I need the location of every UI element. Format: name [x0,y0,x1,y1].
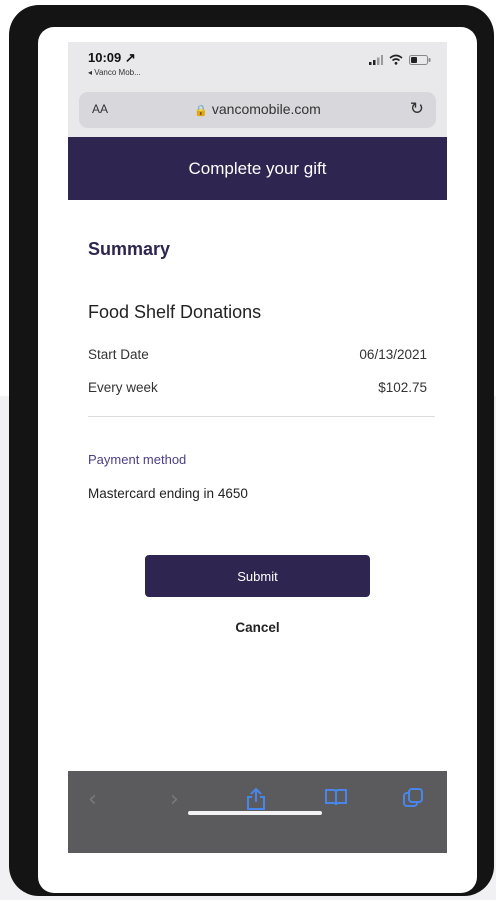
status-icons [369,54,431,65]
bookmarks-icon[interactable] [324,787,348,813]
divider [88,416,435,417]
forward-icon[interactable]: › [170,787,179,812]
page-header: Complete your gift [68,137,447,200]
status-time: 10:09 ↗ [88,50,136,65]
home-indicator [188,811,322,815]
frequency-label: Every week [88,380,158,395]
tabs-icon[interactable] [402,787,424,815]
wifi-icon [389,54,403,65]
reload-icon[interactable]: ↻ [410,99,424,119]
back-to-app-link[interactable]: ◂ Vanco Mob... [88,68,141,77]
start-date-value: 06/13/2021 [359,347,427,362]
payment-method-value: Mastercard ending in 4650 [88,486,248,501]
page-title: Complete your gift [188,158,327,178]
url-bar[interactable]: AA 🔒 vancomobile.com ↻ [79,92,436,128]
start-date-label: Start Date [88,347,149,362]
back-icon[interactable]: ‹ [88,787,97,812]
start-date-row: Start Date 06/13/2021 [88,347,427,362]
submit-button[interactable]: Submit [145,555,370,597]
fund-name: Food Shelf Donations [88,302,262,322]
frequency-row: Every week $102.75 [88,380,427,395]
battery-icon [409,54,431,65]
url-display[interactable]: 🔒 vancomobile.com [79,101,436,117]
lock-icon: 🔒 [194,105,208,117]
url-text: vancomobile.com [211,101,321,117]
payment-method-label[interactable]: Payment method [88,452,186,467]
amount-value: $102.75 [378,380,427,395]
cancel-link[interactable]: Cancel [68,620,447,635]
summary-heading: Summary [88,239,171,259]
browser-top-chrome: 10:09 ↗ ◂ Vanco Mob... AA � [68,42,447,137]
phone-screen: 10:09 ↗ ◂ Vanco Mob... AA � [68,42,447,853]
cellular-signal-icon [369,54,383,65]
